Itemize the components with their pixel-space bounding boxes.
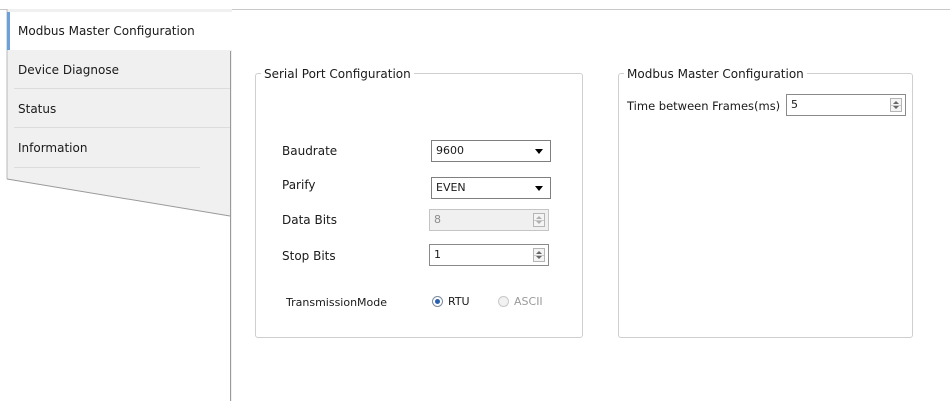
tab-device-diagnose[interactable]: Device Diagnose xyxy=(8,51,230,89)
data-bits-label: Data Bits xyxy=(282,213,337,227)
parity-label: Parify xyxy=(282,178,316,192)
baudrate-value: 9600 xyxy=(436,144,464,157)
spin-arrows-icon[interactable] xyxy=(533,248,545,262)
transmission-mode-label: TransmissionMode xyxy=(286,296,388,309)
radio-ascii: ASCII xyxy=(498,295,543,308)
chevron-down-icon xyxy=(535,186,543,191)
time-between-frames-label: Time between Frames(ms) xyxy=(627,99,781,113)
tab-status[interactable]: Status xyxy=(8,90,230,128)
radio-checked-icon xyxy=(432,296,443,307)
serial-port-group-title: Serial Port Configuration xyxy=(261,66,414,82)
tab-information[interactable]: Information xyxy=(8,129,230,167)
side-navigation: Modbus Master Configuration Device Diagn… xyxy=(0,9,232,401)
baudrate-label: Baudrate xyxy=(282,144,338,158)
tab-modbus-master-configuration[interactable]: Modbus Master Configuration xyxy=(7,12,232,50)
time-between-frames-spinbox[interactable]: 5 xyxy=(786,94,906,116)
data-bits-value: 8 xyxy=(434,213,441,226)
modbus-master-group-title: Modbus Master Configuration xyxy=(624,66,807,82)
stop-bits-label: Stop Bits xyxy=(282,249,336,263)
radio-ascii-label: ASCII xyxy=(514,295,543,308)
spin-arrows-icon[interactable] xyxy=(890,98,902,112)
radio-unchecked-icon xyxy=(498,296,509,307)
stop-bits-value: 1 xyxy=(434,248,441,261)
radio-rtu-label: RTU xyxy=(448,295,470,308)
radio-rtu[interactable]: RTU xyxy=(432,295,470,308)
baudrate-select[interactable]: 9600 xyxy=(431,140,551,162)
data-bits-spinbox: 8 xyxy=(429,209,549,231)
stop-bits-spinbox[interactable]: 1 xyxy=(429,244,549,266)
parity-value: EVEN xyxy=(436,181,466,194)
parity-select[interactable]: EVEN xyxy=(431,177,551,199)
spin-arrows-icon xyxy=(533,213,545,227)
chevron-down-icon xyxy=(535,149,543,154)
time-between-frames-value: 5 xyxy=(791,98,798,111)
